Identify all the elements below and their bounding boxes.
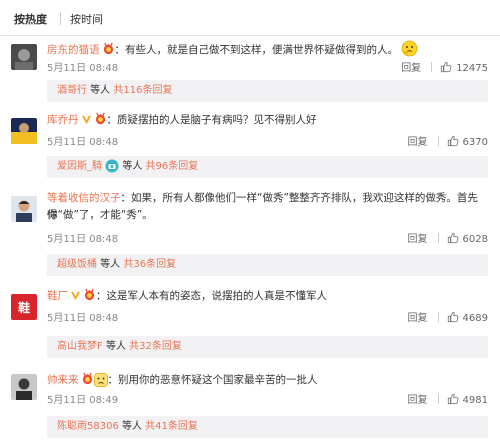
- like-count[interactable]: 4981: [463, 395, 488, 406]
- comment-line: 房东的猫语 ：有些人，就是自己做不到这样，便满世界怀疑做得到的人。: [47, 40, 488, 59]
- comment-text: 别用你的恶意怀疑这个国家最辛苦的一批人: [118, 374, 318, 386]
- user-avatar[interactable]: [11, 44, 37, 70]
- comment-timestamp: 5月11日 08:48: [47, 234, 119, 245]
- reply-count-link[interactable]: 共96条回复: [146, 161, 199, 172]
- reply-username[interactable]: 超级饭桶: [57, 259, 97, 270]
- reply-summary[interactable]: 酒哥行 等人 共116条回复: [47, 80, 488, 102]
- reply-others-text: 等人: [97, 259, 124, 270]
- thumbs-up-icon[interactable]: [447, 135, 459, 147]
- comment-text: 这是军人本有的姿态，说摆拍的人真是不懂军人: [106, 290, 328, 302]
- like-count[interactable]: 12475: [456, 63, 488, 74]
- reply-summary[interactable]: 超级饭桶 等人 共36条回复: [47, 254, 488, 276]
- sort-bar: 按热度 按时间: [0, 0, 500, 36]
- reply-others-text: 等人: [118, 421, 146, 432]
- user-avatar[interactable]: 鞋: [11, 294, 37, 320]
- reply-button[interactable]: 回复: [408, 313, 428, 324]
- comment-username[interactable]: 库乔丹: [47, 114, 79, 126]
- comment-username[interactable]: 房东的猫语: [47, 44, 100, 56]
- reply-others-text: 等人: [102, 341, 130, 352]
- medal-badge-icon: [81, 372, 94, 385]
- actions-divider: [437, 136, 439, 146]
- comment-line-continued: 得“做”了，才能“秀”。: [47, 209, 153, 221]
- reply-username[interactable]: 酒哥行: [57, 85, 87, 96]
- reply-username[interactable]: 高山我梦F: [57, 341, 103, 352]
- comment-item: 房东的猫语 ：有些人，就是自己做不到这样，便满世界怀疑做得到的人。 5月11日 0…: [0, 36, 500, 106]
- like-count[interactable]: 6028: [463, 234, 488, 245]
- comment-timestamp: 5月11日 08:48: [47, 63, 119, 74]
- reply-summary[interactable]: 爱因斯_騎 等人 共96条回复: [47, 156, 488, 178]
- comment-line: 库乔丹 ：质疑摆拍的人是脑子有病吗？见不得别人好: [47, 112, 317, 126]
- reply-summary[interactable]: 陈聪雨58306 等人 共41条回复: [47, 416, 488, 438]
- thumbs-up-icon[interactable]: [440, 61, 452, 73]
- comment-text: 有些人，就是自己做不到这样，便满世界怀疑做得到的人。: [125, 44, 398, 56]
- comment-actions: 回复 4689: [408, 309, 488, 324]
- sad-face-emoji-icon: [93, 373, 108, 387]
- comment-timestamp: 5月11日 08:49: [47, 395, 119, 406]
- comment-timestamp: 5月11日 08:48: [47, 137, 119, 148]
- reply-button[interactable]: 回复: [408, 395, 428, 406]
- reply-button[interactable]: 回复: [408, 234, 428, 245]
- verified-v-icon: [70, 290, 81, 301]
- reply-summary[interactable]: 高山我梦F 等人 共32条回复: [47, 336, 488, 358]
- actions-divider: [437, 394, 439, 404]
- sort-by-hot-tab[interactable]: 按热度: [14, 11, 47, 27]
- comment-item: 库乔丹 ：质疑摆拍的人是脑子有病吗？见不得别人好 5月11日 08:48 回复 63…: [0, 108, 500, 182]
- like-count[interactable]: 6370: [463, 137, 488, 148]
- like-count[interactable]: 4689: [463, 313, 488, 324]
- reply-count-link[interactable]: 共116条回复: [113, 85, 172, 96]
- user-avatar[interactable]: [11, 374, 37, 400]
- thumbs-up-icon[interactable]: [447, 232, 459, 244]
- comment-actions: 回复 4981: [408, 391, 488, 406]
- reply-button[interactable]: 回复: [408, 137, 428, 148]
- comment-actions: 回复 6028: [408, 230, 488, 245]
- comment-username[interactable]: 帅来来: [47, 374, 79, 386]
- verified-v-icon: [81, 114, 92, 125]
- reply-count-link[interactable]: 共36条回复: [123, 259, 176, 270]
- thumbs-up-icon[interactable]: [447, 393, 459, 405]
- comment-text: 质疑摆拍的人是脑子有病吗？见不得别人好: [117, 114, 317, 126]
- actions-divider: [431, 62, 433, 72]
- comment-username[interactable]: 等着收信的汉子: [47, 192, 121, 204]
- reply-username[interactable]: 爱因斯_騎: [57, 161, 102, 172]
- comment-actions: 回复 6370: [408, 133, 488, 148]
- user-avatar[interactable]: [11, 196, 37, 222]
- comment-username[interactable]: 鞋厂: [47, 290, 68, 302]
- thumbs-up-icon[interactable]: [447, 311, 459, 323]
- reply-button[interactable]: 回复: [401, 63, 421, 74]
- thinking-emoji-icon: [401, 40, 418, 57]
- comment-item: 等着收信的汉子：如果，所有人都像他们一样“做秀”整整齐齐排队，我欢迎这样的做秀。…: [0, 186, 500, 278]
- comment-line: 帅来来 ：别用你的恶意怀疑这个国家最辛苦的一批人: [47, 372, 318, 387]
- reply-count-link[interactable]: 共41条回复: [145, 421, 198, 432]
- comment-timestamp: 5月11日 08:48: [47, 313, 119, 324]
- camera-badge-icon: [105, 159, 119, 173]
- reply-username[interactable]: 陈聪雨58306: [57, 421, 119, 432]
- actions-divider: [437, 233, 439, 243]
- reply-count-link[interactable]: 共32条回复: [129, 341, 182, 352]
- sort-by-time-tab[interactable]: 按时间: [70, 11, 103, 27]
- svg-text:鞋: 鞋: [18, 300, 30, 315]
- actions-divider: [437, 312, 439, 322]
- medal-badge-icon: [102, 42, 115, 55]
- comment-item: 帅来来 ：别用你的恶意怀疑这个国家最辛苦的一批人 5月11日 08:49 回复 49…: [0, 368, 500, 442]
- reply-others-text: 等人: [87, 85, 114, 96]
- user-avatar[interactable]: [11, 118, 37, 144]
- comment-line: 鞋厂 ：这是军人本有的姿态，说摆拍的人真是不懂军人: [47, 288, 328, 302]
- medal-badge-icon: [94, 112, 107, 125]
- comment-actions: 回复 12475: [401, 59, 488, 74]
- medal-badge-icon: [83, 288, 96, 301]
- comment-item: 鞋 鞋厂 ：这是军人本有的姿态，说摆拍的人真是不懂军人 5月11日 08:48 回…: [0, 284, 500, 358]
- sort-divider: [60, 12, 61, 25]
- reply-others-text: 等人: [119, 161, 146, 172]
